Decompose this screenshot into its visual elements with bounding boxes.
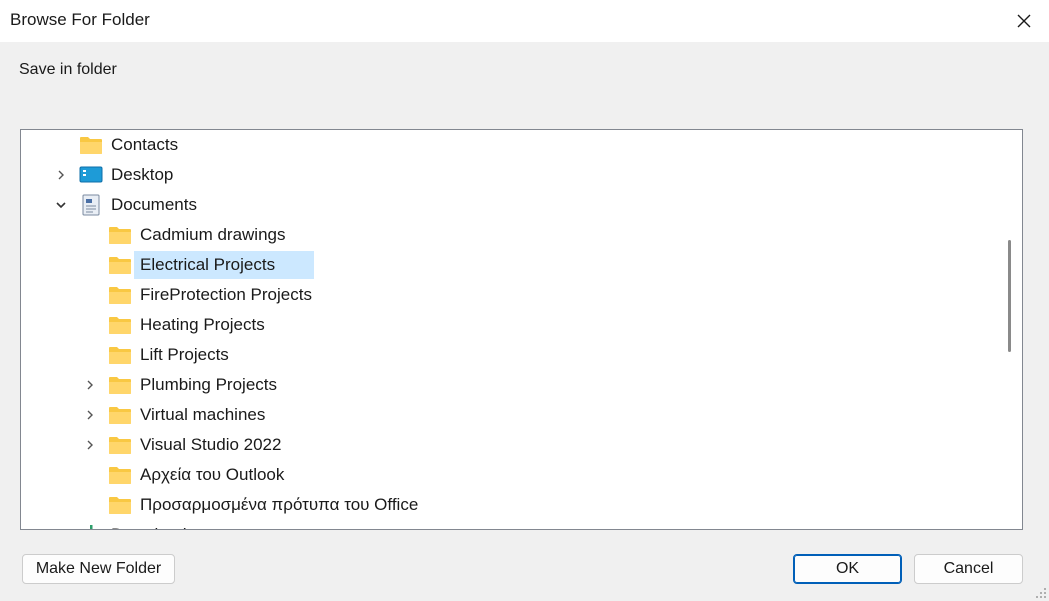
chevron-right-icon[interactable] [80,435,100,455]
resize-grip-icon[interactable] [1033,585,1047,599]
chevron-right-icon[interactable] [80,375,100,395]
window-title: Browse For Folder [10,10,150,29]
cancel-button[interactable]: Cancel [914,554,1023,584]
chevron-right-icon[interactable] [51,165,71,185]
tree-item-label: Visual Studio 2022 [140,435,282,454]
folder-icon [108,314,132,336]
folder-icon [108,284,132,306]
tree-item[interactable]: FireProtection Projects [21,281,998,309]
folder-icon [108,404,132,426]
tree-item-label: Electrical Projects [140,255,276,274]
vertical-scrollbar[interactable] [998,130,1022,529]
folder-icon [108,374,132,396]
tree-item-label: Desktop [111,165,174,184]
tree-item[interactable]: Αρχεία του Outlook [21,461,998,489]
tree-item-label: Αρχεία του Outlook [140,465,285,484]
tree-item-label: Documents [111,195,197,214]
tree-item-label: Virtual machines [140,405,266,424]
tree-item[interactable]: Desktop [21,161,998,189]
tree-item-label: Cadmium drawings [140,225,286,244]
tree-item[interactable]: Heating Projects [21,311,998,339]
close-icon [1017,14,1031,28]
tree-item[interactable]: Lift Projects [21,341,998,369]
tree-item[interactable]: Προσαρμοσμένα πρότυπα του Office [21,491,998,519]
tree-item-label: Προσαρμοσμένα πρότυπα του Office [140,495,419,514]
tree-item-label: Plumbing Projects [140,375,278,394]
tree-item[interactable]: Plumbing Projects [21,371,998,399]
tree-item-label: Contacts [111,135,179,154]
tree-item-label: Heating Projects [140,315,265,334]
folder-tree[interactable]: Contacts Desktop Documents Cadmium drawings… [20,129,1023,530]
tree-item[interactable]: Electrical Projects [21,251,998,279]
chevron-right-icon[interactable] [51,525,71,529]
tree-item[interactable]: Contacts [21,131,998,159]
tree-item-label: Downloads [111,525,195,529]
ok-button[interactable]: OK [793,554,902,584]
folder-icon [108,464,132,486]
folder-icon [108,494,132,516]
tree-item[interactable]: Visual Studio 2022 [21,431,998,459]
folder-icon [108,254,132,276]
scrollbar-thumb[interactable] [1008,240,1011,352]
close-button[interactable] [999,0,1049,42]
tree-item[interactable]: Downloads [21,521,998,529]
tree-item-label: Lift Projects [140,345,229,364]
prompt-label: Save in folder [19,61,117,78]
documents-icon [79,194,103,216]
make-new-folder-button[interactable]: Make New Folder [22,554,175,584]
folder-icon [108,224,132,246]
chevron-down-icon[interactable] [51,195,71,215]
tree-item-label: FireProtection Projects [140,285,312,304]
chevron-right-icon[interactable] [80,405,100,425]
downloads-icon [79,524,103,529]
folder-icon [108,434,132,456]
desktop-icon [79,164,103,186]
tree-item[interactable]: Cadmium drawings [21,221,998,249]
tree-item[interactable]: Documents [21,191,998,219]
title-bar: Browse For Folder [0,0,1049,42]
tree-item[interactable]: Virtual machines [21,401,998,429]
folder-icon [79,134,103,156]
folder-icon [108,344,132,366]
